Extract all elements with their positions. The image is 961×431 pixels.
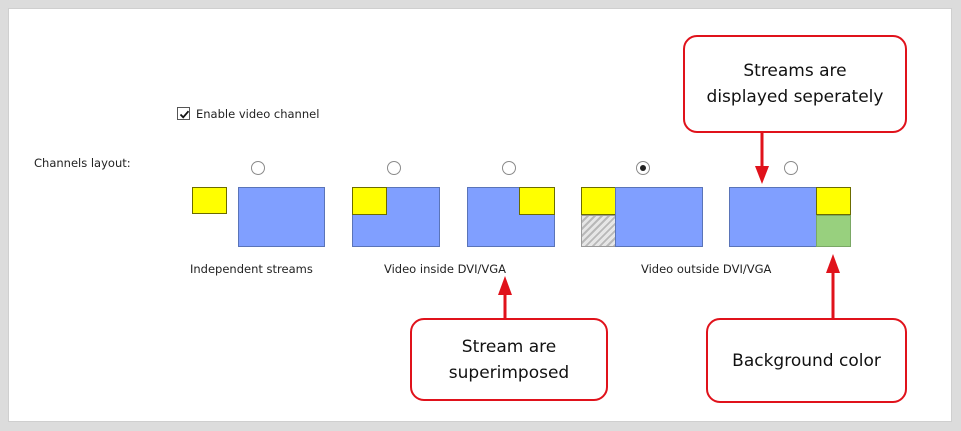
callout-streams-separate-text: Streams are displayed seperately bbox=[706, 61, 884, 107]
callout-streams-separate: Streams are displayed seperately bbox=[683, 35, 907, 133]
callout-background-color-text: Background color bbox=[732, 350, 881, 371]
arrow-superimposed-head bbox=[498, 276, 512, 295]
callout-stream-superimposed-text: Stream are superimposed bbox=[448, 336, 570, 383]
arrow-separate-head bbox=[755, 166, 769, 184]
callout-stream-superimposed: Stream are superimposed bbox=[410, 318, 608, 401]
callout-background-color: Background color bbox=[706, 318, 907, 403]
arrow-background-head bbox=[826, 254, 840, 273]
